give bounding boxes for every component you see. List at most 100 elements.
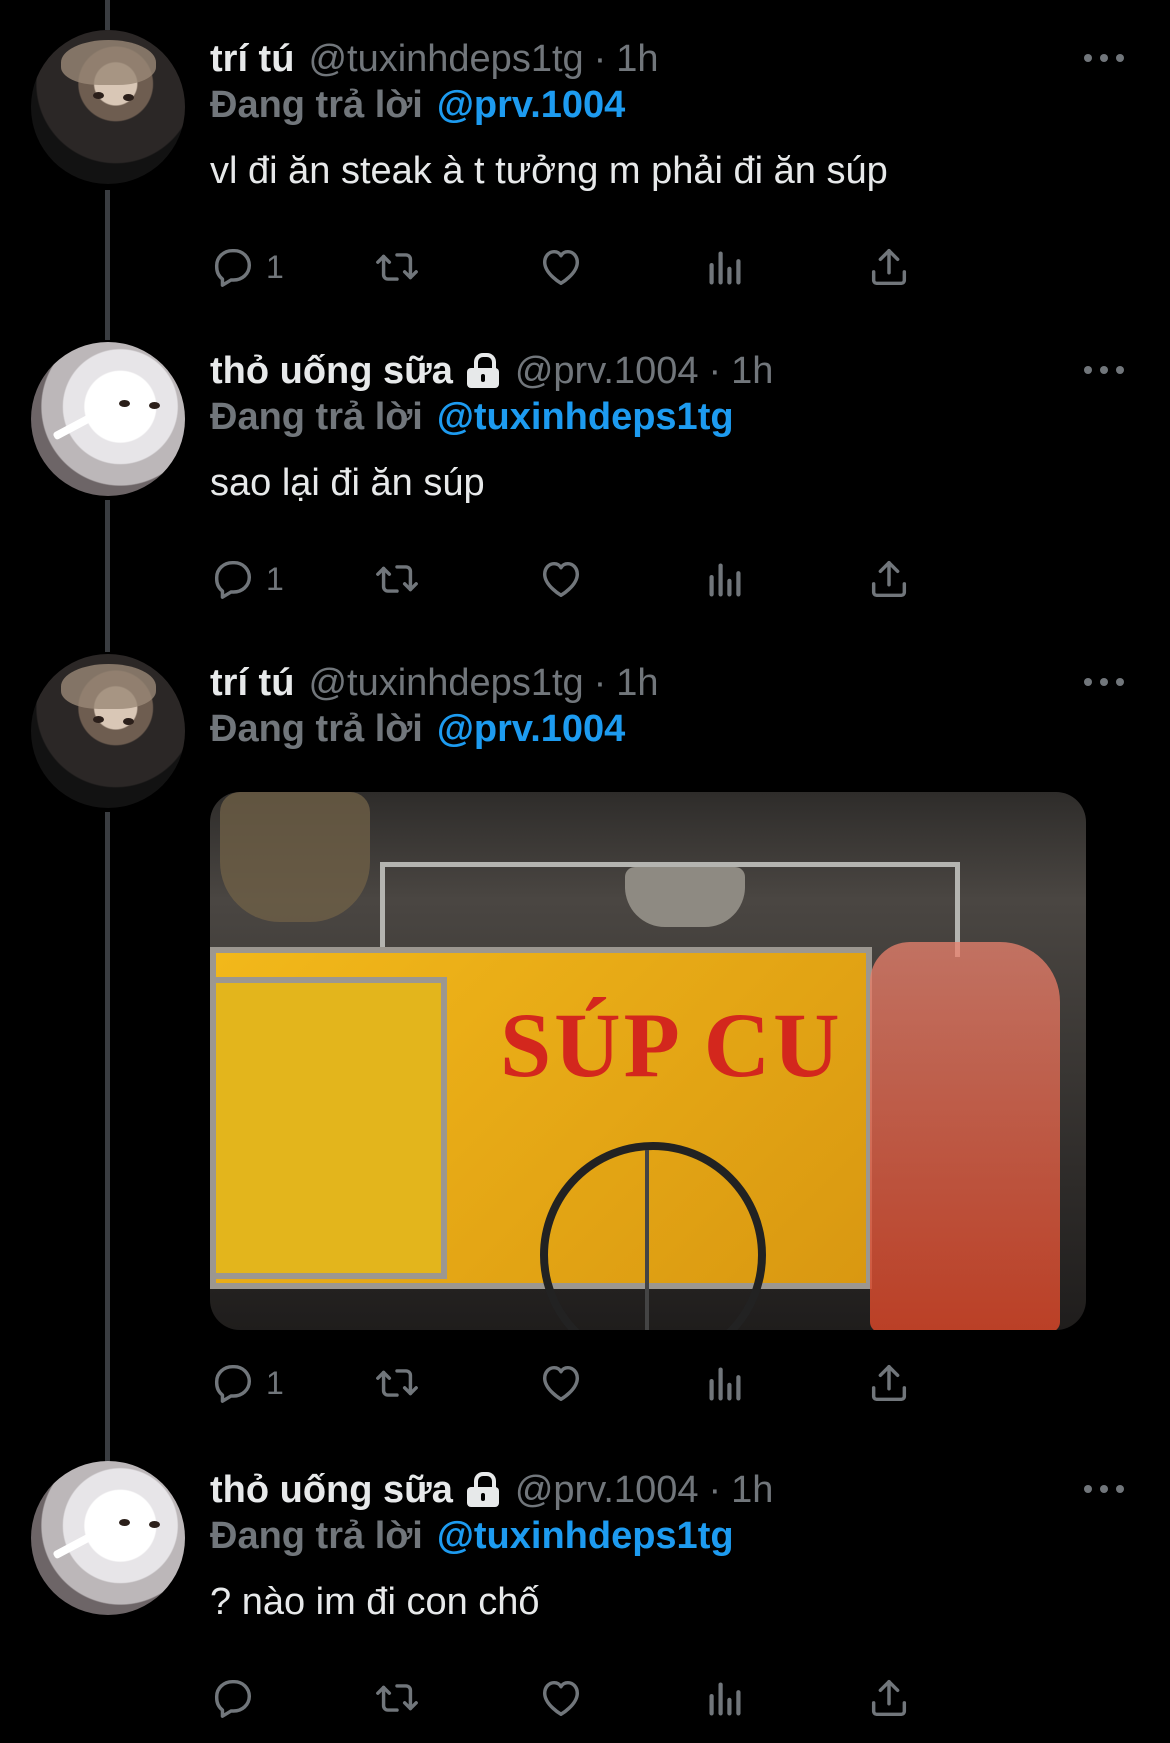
views-icon (709, 563, 741, 597)
action-bar (210, 1673, 1030, 1723)
retweet-button[interactable] (374, 554, 538, 604)
display-name[interactable]: thỏ uống sữa (210, 1469, 453, 1512)
avatar-eye (149, 402, 160, 409)
retweet-icon (376, 565, 418, 593)
like-button[interactable] (538, 242, 702, 292)
reply-icon (214, 560, 252, 599)
replying-label: Đang trả lời (210, 708, 423, 750)
tweet-media-image[interactable]: SÚP CU (210, 792, 1086, 1330)
timestamp[interactable]: 1h (731, 350, 773, 393)
retweet-button[interactable] (374, 1673, 538, 1723)
avatar[interactable] (31, 1461, 185, 1615)
avatar[interactable] (31, 342, 185, 496)
timestamp[interactable]: 1h (731, 1469, 773, 1512)
views-icon (709, 251, 741, 285)
avatar-eye (123, 94, 134, 101)
tweet-header: trí tú @tuxinhdeps1tg · 1h (210, 658, 659, 708)
views-button[interactable] (702, 1358, 866, 1408)
share-icon (871, 1679, 907, 1717)
avatar-eye (119, 1519, 130, 1526)
replying-to: Đang trả lời @prv.1004 (210, 708, 625, 751)
separator-dot: · (708, 1468, 722, 1511)
replying-to: Đang trả lời @prv.1004 (210, 84, 625, 127)
share-button[interactable] (866, 1673, 1030, 1723)
reply-mention-link[interactable]: @prv.1004 (437, 84, 625, 126)
lock-icon (465, 1472, 501, 1508)
reply-mention-link[interactable]: @tuxinhdeps1tg (437, 396, 734, 438)
like-icon (542, 561, 580, 598)
avatar-eye (93, 92, 104, 99)
retweet-icon (376, 253, 418, 281)
views-button[interactable] (702, 242, 866, 292)
reply-count: 1 (266, 560, 284, 597)
avatar-eye (119, 400, 130, 407)
avatar-cigarette (52, 407, 105, 441)
timestamp[interactable]: 1h (616, 662, 658, 705)
timestamp[interactable]: 1h (616, 38, 658, 81)
tweet-text: vl đi ăn steak à t tưởng m phải đi ăn sú… (210, 150, 888, 192)
display-name[interactable]: trí tú (210, 662, 294, 705)
like-button[interactable] (538, 1673, 702, 1723)
handle[interactable]: @tuxinhdeps1tg (308, 38, 583, 81)
views-button[interactable] (702, 1673, 866, 1723)
tweet[interactable]: thỏ uống sữa @prv.1004 · 1h Đang trả lời… (0, 342, 1170, 612)
avatar[interactable] (31, 30, 185, 184)
more-icon[interactable] (1084, 1469, 1124, 1509)
tweet[interactable]: trí tú @tuxinhdeps1tg · 1h Đang trả lời @… (0, 654, 1170, 1434)
retweet-icon (376, 1684, 418, 1712)
like-button[interactable] (538, 1358, 702, 1408)
reply-icon (214, 1364, 252, 1403)
share-icon (871, 560, 907, 598)
avatar-cigarette (52, 1526, 105, 1560)
reply-button[interactable]: 1 (210, 1358, 374, 1408)
like-icon (542, 249, 580, 286)
tweet-header: thỏ uống sữa @prv.1004 · 1h (210, 1465, 773, 1515)
action-bar: 1 (210, 1358, 1030, 1408)
share-button[interactable] (866, 554, 1030, 604)
avatar-eye (149, 1521, 160, 1528)
like-button[interactable] (538, 554, 702, 604)
reply-icon (214, 248, 252, 287)
views-button[interactable] (702, 554, 866, 604)
retweet-button[interactable] (374, 242, 538, 292)
share-icon (871, 248, 907, 286)
display-name[interactable]: thỏ uống sữa (210, 350, 453, 393)
lock-icon (465, 353, 501, 389)
reply-count: 1 (266, 248, 284, 285)
reply-mention-link[interactable]: @prv.1004 (437, 708, 625, 750)
reply-button[interactable]: 1 (210, 242, 374, 292)
tweet-text: sao lại đi ăn súp (210, 462, 485, 504)
handle[interactable]: @prv.1004 (515, 350, 699, 393)
reply-button[interactable]: 1 (210, 554, 374, 604)
reply-mention-link[interactable]: @tuxinhdeps1tg (437, 1515, 734, 1557)
avatar-eye (93, 716, 104, 723)
tweet-header: trí tú @tuxinhdeps1tg · 1h (210, 34, 659, 84)
replying-to: Đang trả lời @tuxinhdeps1tg (210, 1515, 734, 1558)
retweet-icon (376, 1369, 418, 1397)
more-icon[interactable] (1084, 38, 1124, 78)
separator-dot: · (593, 661, 607, 704)
more-icon[interactable] (1084, 662, 1124, 702)
retweet-button[interactable] (374, 1358, 538, 1408)
avatar-hair (61, 664, 156, 709)
share-button[interactable] (866, 1358, 1030, 1408)
like-icon (542, 1365, 580, 1402)
like-icon (542, 1680, 580, 1717)
handle[interactable]: @tuxinhdeps1tg (308, 662, 583, 705)
handle[interactable]: @prv.1004 (515, 1469, 699, 1512)
avatar[interactable] (31, 654, 185, 808)
more-icon[interactable] (1084, 350, 1124, 390)
share-button[interactable] (866, 242, 1030, 292)
tweet[interactable]: thỏ uống sữa @prv.1004 · 1h Đang trả lời… (0, 1461, 1170, 1741)
replying-to: Đang trả lời @tuxinhdeps1tg (210, 396, 734, 439)
tweet[interactable]: trí tú @tuxinhdeps1tg · 1h Đang trả lời @… (0, 30, 1170, 300)
action-bar: 1 (210, 554, 1030, 604)
reply-icon (214, 1679, 252, 1718)
separator-dot: · (593, 37, 607, 80)
action-bar: 1 (210, 242, 1030, 292)
media-cart-door (210, 977, 447, 1279)
share-icon (871, 1364, 907, 1402)
display-name[interactable]: trí tú (210, 38, 294, 81)
reply-button[interactable] (210, 1673, 374, 1723)
media-red-bag (870, 942, 1060, 1330)
